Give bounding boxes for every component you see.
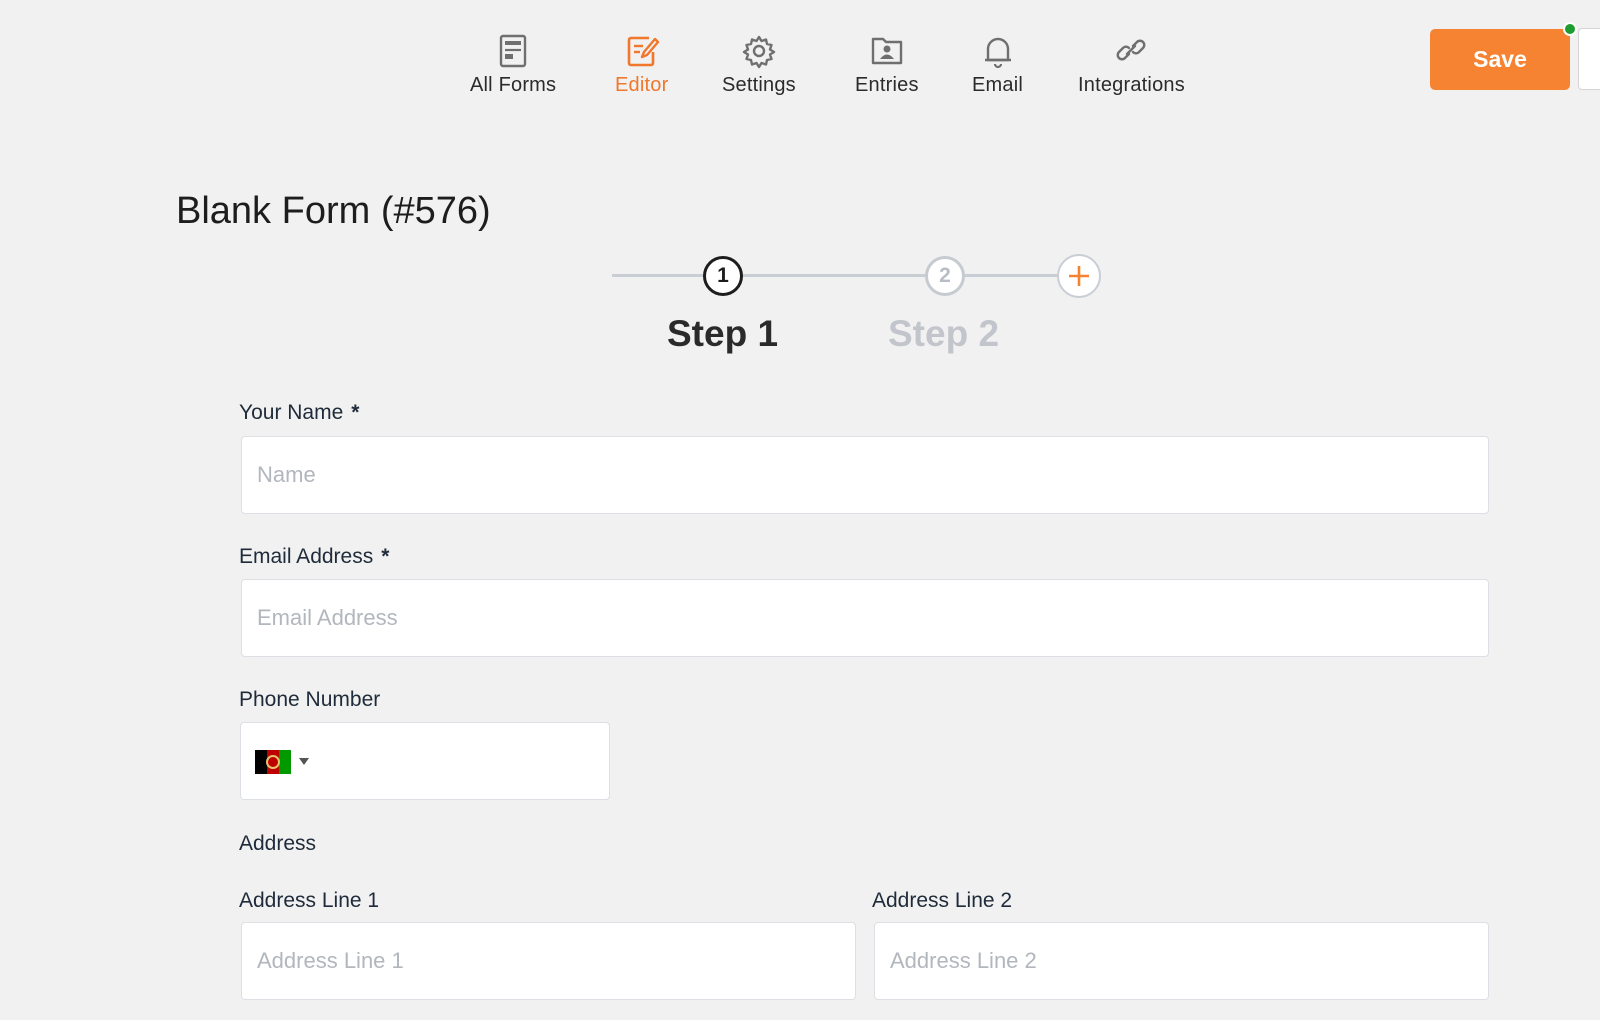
bell-icon xyxy=(984,37,1011,69)
step-track-end xyxy=(965,274,1058,277)
country-dropdown-caret-icon[interactable] xyxy=(299,758,309,765)
email-label-text: Email Address xyxy=(239,545,374,568)
entries-icon xyxy=(871,37,903,65)
nav-editor[interactable]: Editor xyxy=(615,30,668,97)
step-track-middle xyxy=(742,274,927,277)
plus-icon xyxy=(1069,266,1089,286)
nav-label-integrations: Integrations xyxy=(1078,74,1185,96)
nav-label-entries: Entries xyxy=(855,74,919,96)
name-field-label: Your Name * xyxy=(239,401,359,425)
nav-entries[interactable]: Entries xyxy=(855,30,919,97)
nav-label-editor: Editor xyxy=(615,74,669,96)
side-panel-toggle[interactable] xyxy=(1578,28,1600,90)
save-button[interactable]: Save xyxy=(1430,29,1570,90)
email-input[interactable] xyxy=(241,579,1489,657)
nav-label-settings: Settings xyxy=(722,74,796,96)
editor-icon xyxy=(627,36,659,67)
nav-all-forms[interactable]: All Forms xyxy=(470,30,556,97)
afghanistan-flag-icon[interactable] xyxy=(255,750,291,774)
name-label-text: Your Name xyxy=(239,401,344,424)
address-line2-label: Address Line 2 xyxy=(872,889,1013,912)
gear-icon xyxy=(742,35,776,69)
top-navigation: All Forms Editor Settings Entries Email … xyxy=(0,0,1600,110)
required-marker: * xyxy=(381,545,390,568)
nav-integrations[interactable]: Integrations xyxy=(1078,30,1185,97)
link-icon xyxy=(1117,39,1146,61)
address-section-label: Address xyxy=(239,832,317,855)
address-line2-input[interactable] xyxy=(874,922,1489,1000)
step-1-label[interactable]: Step 1 xyxy=(667,313,778,355)
step-1-indicator[interactable]: 1 xyxy=(703,256,743,296)
phone-input[interactable] xyxy=(240,722,610,800)
step-2-indicator[interactable]: 2 xyxy=(925,256,965,296)
step-1-number: 1 xyxy=(717,264,729,287)
forms-list-icon xyxy=(499,34,527,68)
required-marker: * xyxy=(351,401,360,424)
nav-settings[interactable]: Settings xyxy=(722,30,796,97)
nav-label-all-forms: All Forms xyxy=(470,74,557,96)
name-input[interactable] xyxy=(241,436,1489,514)
address-line1-input[interactable] xyxy=(241,922,856,1000)
nav-label-email: Email xyxy=(972,74,1024,96)
form-title: Blank Form (#576) xyxy=(176,190,491,232)
phone-field-label: Phone Number xyxy=(239,688,381,711)
step-2-label[interactable]: Step 2 xyxy=(888,313,999,355)
nav-email[interactable]: Email xyxy=(972,30,1023,97)
step-2-number: 2 xyxy=(939,264,951,287)
address-line1-label: Address Line 1 xyxy=(239,889,380,912)
add-step-button[interactable] xyxy=(1057,254,1101,298)
status-indicator-dot xyxy=(1563,22,1577,36)
email-field-label: Email Address * xyxy=(239,545,389,569)
